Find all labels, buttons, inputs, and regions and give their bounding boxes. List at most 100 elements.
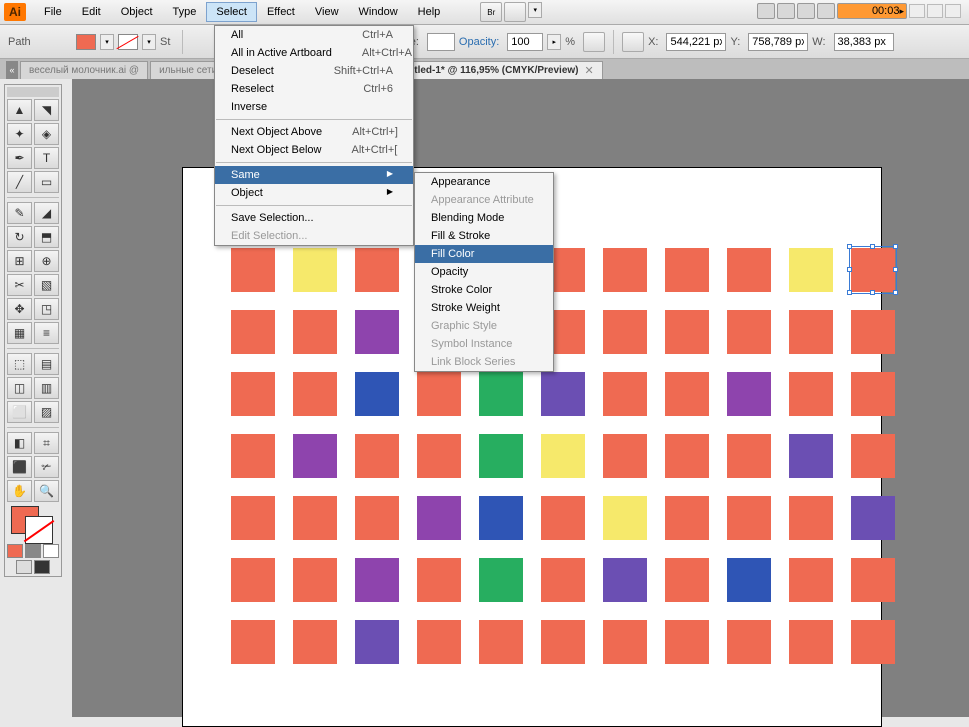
menu-object[interactable]: Object xyxy=(111,2,163,22)
tool-4[interactable]: ✒ xyxy=(7,147,32,169)
stroke-well[interactable] xyxy=(25,516,53,544)
square-shape[interactable] xyxy=(479,372,523,416)
square-shape[interactable] xyxy=(727,372,771,416)
document-tab[interactable]: Untitled-1* @ 116,95% (CMYK/Preview)✕ xyxy=(386,61,603,79)
square-shape[interactable] xyxy=(479,620,523,664)
tool-28[interactable]: ⬛ xyxy=(7,456,32,478)
square-shape[interactable] xyxy=(727,310,771,354)
tool-26[interactable]: ◧ xyxy=(7,432,32,454)
menu-item-all-in-active-artboard[interactable]: All in Active ArtboardAlt+Ctrl+A xyxy=(215,44,413,62)
menu-select[interactable]: Select xyxy=(206,2,257,22)
menu-item-stroke-weight[interactable]: Stroke Weight xyxy=(415,299,553,317)
square-shape[interactable] xyxy=(727,248,771,292)
square-shape[interactable] xyxy=(231,434,275,478)
square-shape[interactable] xyxy=(727,558,771,602)
menu-view[interactable]: View xyxy=(305,2,349,22)
tool-18[interactable]: ▦ xyxy=(7,322,32,344)
fill-swatch[interactable] xyxy=(76,34,96,50)
tool-20[interactable]: ⬚ xyxy=(7,353,32,375)
style-input[interactable] xyxy=(427,33,455,51)
tool-30[interactable]: ✋ xyxy=(7,480,32,502)
square-shape[interactable] xyxy=(851,620,895,664)
square-shape[interactable] xyxy=(789,620,833,664)
square-shape[interactable] xyxy=(541,372,585,416)
square-shape[interactable] xyxy=(789,372,833,416)
bridge-icon[interactable]: Br xyxy=(480,2,502,22)
tool-13[interactable]: ⊕ xyxy=(34,250,59,272)
menu-item-fill-stroke[interactable]: Fill & Stroke xyxy=(415,227,553,245)
tool-17[interactable]: ◳ xyxy=(34,298,59,320)
tool-15[interactable]: ▧ xyxy=(34,274,59,296)
tool-24[interactable]: ⬜ xyxy=(7,401,32,423)
square-shape[interactable] xyxy=(851,496,895,540)
screen-mode-btn[interactable] xyxy=(34,560,50,574)
square-shape[interactable] xyxy=(479,434,523,478)
square-shape[interactable] xyxy=(665,558,709,602)
toolbox-grip[interactable] xyxy=(7,87,59,97)
tool-5[interactable]: T xyxy=(34,147,59,169)
play-icon[interactable] xyxy=(777,3,795,19)
square-shape[interactable] xyxy=(293,248,337,292)
selection-handle[interactable] xyxy=(893,290,898,295)
square-shape[interactable] xyxy=(541,496,585,540)
selection-handle[interactable] xyxy=(870,244,875,249)
square-shape[interactable] xyxy=(727,496,771,540)
align-icon[interactable] xyxy=(622,32,644,52)
square-shape[interactable] xyxy=(603,310,647,354)
square-shape[interactable] xyxy=(541,434,585,478)
tool-3[interactable]: ◈ xyxy=(34,123,59,145)
square-shape[interactable] xyxy=(479,558,523,602)
menu-edit[interactable]: Edit xyxy=(72,2,111,22)
color-mode-btn[interactable] xyxy=(43,544,59,558)
square-shape[interactable] xyxy=(231,558,275,602)
fill-dropdown-icon[interactable]: ▾ xyxy=(100,34,114,50)
arrange-dropdown-icon[interactable]: ▾ xyxy=(528,2,542,18)
square-shape[interactable] xyxy=(665,434,709,478)
tool-6[interactable]: ╱ xyxy=(7,171,32,193)
square-shape[interactable] xyxy=(603,558,647,602)
collapse-panels-icon[interactable]: « xyxy=(6,61,18,79)
selection-handle[interactable] xyxy=(847,267,852,272)
square-shape[interactable] xyxy=(789,434,833,478)
selection-handle[interactable] xyxy=(847,290,852,295)
menu-effect[interactable]: Effect xyxy=(257,2,305,22)
tool-23[interactable]: ▥ xyxy=(34,377,59,399)
square-shape[interactable] xyxy=(665,372,709,416)
square-shape[interactable] xyxy=(851,434,895,478)
square-shape[interactable] xyxy=(665,248,709,292)
square-shape[interactable] xyxy=(417,496,461,540)
square-shape[interactable] xyxy=(789,248,833,292)
menu-item-all[interactable]: AllCtrl+A xyxy=(215,26,413,44)
tool-19[interactable]: ≡ xyxy=(34,322,59,344)
document-tab[interactable]: веселый молочник.ai @ xyxy=(20,61,148,79)
square-shape[interactable] xyxy=(603,248,647,292)
opacity-input[interactable] xyxy=(507,33,543,51)
square-shape[interactable] xyxy=(293,558,337,602)
square-shape[interactable] xyxy=(355,434,399,478)
stroke-dropdown-icon[interactable]: ▾ xyxy=(142,34,156,50)
square-shape[interactable] xyxy=(851,310,895,354)
selection-handle[interactable] xyxy=(847,244,852,249)
square-shape[interactable] xyxy=(355,620,399,664)
tool-11[interactable]: ⬒ xyxy=(34,226,59,248)
square-shape[interactable] xyxy=(293,372,337,416)
tool-7[interactable]: ▭ xyxy=(34,171,59,193)
square-shape[interactable] xyxy=(293,496,337,540)
menu-file[interactable]: File xyxy=(34,2,72,22)
tool-9[interactable]: ◢ xyxy=(34,202,59,224)
menu-item-object[interactable]: Object xyxy=(215,184,413,202)
square-shape[interactable] xyxy=(231,248,275,292)
opacity-dropdown-icon[interactable]: ▸ xyxy=(547,34,561,50)
color-wells[interactable] xyxy=(7,504,59,542)
w-input[interactable] xyxy=(834,33,894,51)
recolor-icon[interactable] xyxy=(583,32,605,52)
square-shape[interactable] xyxy=(355,310,399,354)
tool-14[interactable]: ✂ xyxy=(7,274,32,296)
square-shape[interactable] xyxy=(789,310,833,354)
color-mode-btn[interactable] xyxy=(25,544,41,558)
tool-12[interactable]: ⊞ xyxy=(7,250,32,272)
play-next-icon[interactable] xyxy=(797,3,815,19)
maximize-icon[interactable] xyxy=(927,4,943,18)
tool-29[interactable]: ✃ xyxy=(34,456,59,478)
menu-item-appearance[interactable]: Appearance xyxy=(415,173,553,191)
